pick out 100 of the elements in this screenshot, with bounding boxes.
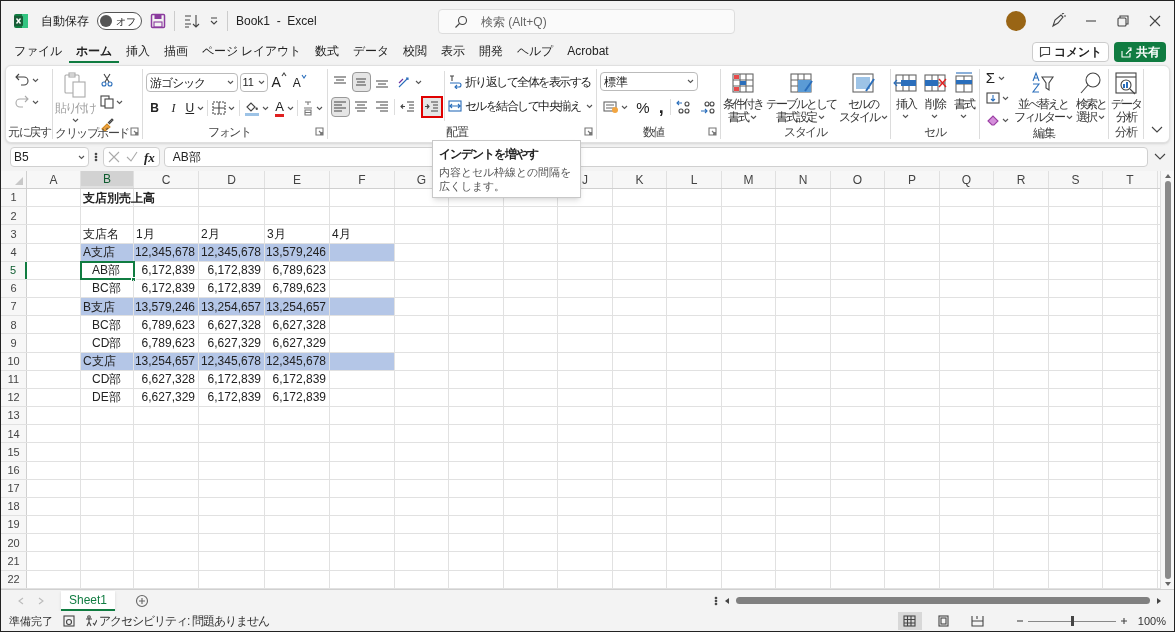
table-cell[interactable]: DE部 [81, 388, 134, 407]
splitter-icon[interactable] [714, 595, 718, 606]
dialog-launcher-icon[interactable] [584, 127, 594, 136]
underline-button[interactable]: U [183, 98, 207, 118]
column-header[interactable]: L [667, 171, 722, 188]
zoom-out-icon[interactable] [1015, 617, 1024, 625]
table-cell[interactable]: 6,789,623 [265, 261, 330, 279]
close-icon[interactable] [1148, 14, 1162, 28]
column-header[interactable]: F [330, 171, 395, 188]
dialog-launcher-icon[interactable] [707, 127, 717, 136]
table-cell[interactable]: 6,627,328 [134, 370, 199, 388]
format-cells-button[interactable]: 書式 [949, 69, 978, 119]
column-header[interactable]: K [613, 171, 667, 188]
number-format-field[interactable]: 標準 [600, 72, 699, 91]
wrap-text-button[interactable]: 折り返して全体を表示する [445, 72, 596, 92]
autosum-button[interactable]: Σ [982, 69, 1012, 87]
vertical-scrollbar[interactable] [1160, 171, 1174, 589]
menu-tab[interactable]: 描画 [157, 41, 195, 63]
cell-brush-button[interactable]: セルの スタイル [837, 69, 889, 124]
row-header[interactable]: 9 [1, 334, 27, 352]
table-cell[interactable]: 6,172,839 [199, 388, 265, 407]
table-cell[interactable] [330, 298, 395, 316]
macro-record-icon[interactable] [63, 615, 75, 627]
column-header[interactable]: T [1103, 171, 1158, 188]
table-cell[interactable]: BC部 [81, 316, 134, 334]
menu-tab[interactable]: ページ レイアウト [195, 41, 309, 63]
table-cell[interactable]: 6,627,328 [265, 316, 330, 334]
menu-tab[interactable]: 挿入 [119, 41, 157, 63]
table-cell[interactable]: 13,254,657 [265, 298, 330, 316]
pen-icon[interactable] [1050, 13, 1066, 29]
table-cell[interactable]: 6,172,839 [134, 279, 199, 298]
conditional-format-button[interactable]: 条件付き 書式 [721, 69, 764, 124]
horizontal-align-button[interactable] [330, 97, 350, 117]
table-cell[interactable]: AB部 [81, 261, 134, 279]
customize-toolbar-icon[interactable] [209, 16, 219, 26]
delete-cells-button[interactable]: 削除 [920, 69, 949, 119]
table-cell[interactable]: 6,172,839 [265, 370, 330, 388]
column-header[interactable]: M [722, 171, 776, 188]
menu-tab[interactable]: 開発 [472, 41, 511, 63]
menu-tab[interactable]: ヘルプ [510, 41, 561, 63]
view-button[interactable] [897, 612, 922, 630]
table-cell[interactable]: 6,172,839 [199, 370, 265, 388]
table-cell[interactable]: 6,172,839 [199, 261, 265, 279]
row-header[interactable]: 1 [1, 189, 27, 207]
bold-button[interactable]: B [145, 98, 164, 118]
table-cell[interactable]: BC部 [81, 279, 134, 298]
table-cell[interactable]: CD部 [81, 370, 134, 388]
horizontal-scrollbar[interactable] [736, 597, 1150, 604]
vertical-align-button[interactable] [351, 72, 371, 92]
column-header[interactable]: R [994, 171, 1049, 188]
table-cell[interactable]: 13,579,246 [134, 298, 199, 316]
scroll-left-icon[interactable] [724, 596, 730, 605]
magnifier-button[interactable]: 検索と 選択 [1074, 69, 1107, 124]
zoom-in-icon[interactable] [1119, 617, 1128, 625]
font-name-field[interactable]: 游ゴシック [145, 73, 238, 92]
avatar[interactable] [1006, 11, 1026, 31]
table-cell[interactable]: 2月 [199, 225, 265, 243]
name-box[interactable]: B5 [10, 147, 89, 167]
autosave-toggle[interactable]: オフ [97, 12, 142, 30]
row-header[interactable]: 14 [1, 425, 27, 443]
column-header[interactable]: S [1049, 171, 1103, 188]
row-header[interactable]: 21 [1, 552, 27, 570]
column-header[interactable]: N [776, 171, 831, 188]
sheet-tab[interactable]: Sheet1 [61, 590, 115, 611]
font-size-field[interactable]: 11 [239, 73, 268, 92]
table-cell[interactable]: 6,789,623 [134, 334, 199, 352]
table-cell[interactable]: 6,627,328 [199, 316, 265, 334]
menu-tab[interactable]: ホーム [69, 41, 119, 63]
table-cell[interactable]: 3月 [265, 225, 330, 243]
column-header[interactable]: B [81, 171, 134, 188]
table-cell[interactable]: 6,172,839 [134, 261, 199, 279]
dialog-launcher-icon[interactable] [129, 127, 139, 136]
column-header[interactable]: P [885, 171, 940, 188]
grow-font-button[interactable]: A [269, 72, 289, 93]
shrink-font-button[interactable]: A [290, 73, 309, 92]
table-cell[interactable]: 1月 [134, 225, 199, 243]
table-cell[interactable]: 6,789,623 [265, 279, 330, 298]
column-header[interactable]: Q [940, 171, 994, 188]
table-cell[interactable]: 6,789,623 [134, 316, 199, 334]
drag-handle-icon[interactable] [93, 151, 99, 163]
column-header[interactable]: C [134, 171, 199, 188]
collapse-ribbon-icon[interactable] [1151, 126, 1163, 134]
column-header[interactable]: O [831, 171, 885, 188]
comma-button[interactable]: , [654, 97, 668, 117]
search-field[interactable]: 検索 (Alt+Q) [438, 9, 735, 34]
table-cell[interactable]: 6,627,329 [199, 334, 265, 352]
percent-button[interactable]: % [633, 97, 653, 117]
expand-formula-icon[interactable] [1154, 153, 1166, 161]
fill-handle[interactable] [131, 276, 136, 282]
restore-icon[interactable] [1116, 14, 1130, 28]
table-brush-button[interactable]: テーブルとして 書式設定 [764, 69, 837, 124]
menu-tab[interactable]: ファイル [7, 41, 69, 63]
insert-function-button[interactable]: fx [144, 150, 155, 164]
table-cell[interactable]: B支店 [81, 298, 134, 316]
table-cell[interactable]: 支店名 [81, 225, 134, 243]
sort-icon[interactable] [183, 13, 201, 29]
row-header[interactable]: 19 [1, 516, 27, 534]
table-cell[interactable]: 6,172,839 [265, 388, 330, 407]
comment-button[interactable]: コメント [1032, 42, 1109, 62]
column-header[interactable]: E [265, 171, 330, 188]
